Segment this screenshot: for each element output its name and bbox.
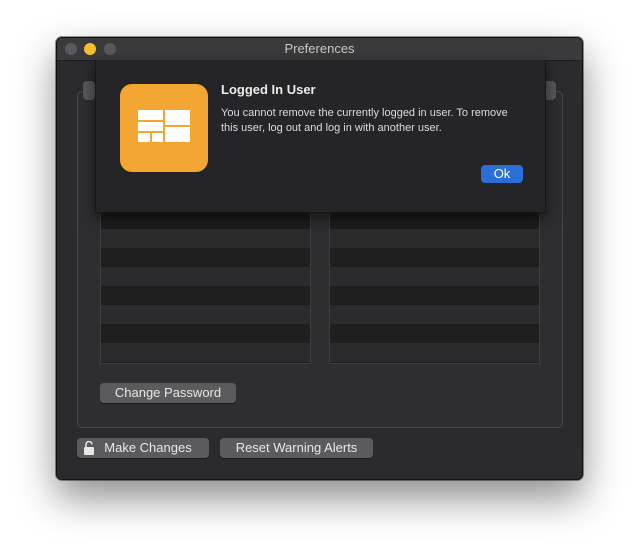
user-list-right[interactable] xyxy=(329,190,540,364)
window-title: Preferences xyxy=(284,41,355,56)
segmented-control-left[interactable] xyxy=(83,81,95,100)
list-row[interactable] xyxy=(101,305,310,324)
list-row[interactable] xyxy=(330,248,539,267)
list-row[interactable] xyxy=(101,324,310,343)
list-row[interactable] xyxy=(101,362,310,363)
list-row[interactable] xyxy=(101,343,310,362)
make-changes-button[interactable]: Make Changes xyxy=(77,438,209,458)
lock-open-icon xyxy=(84,441,94,455)
titlebar: Preferences xyxy=(57,38,582,61)
app-grid-glyph xyxy=(138,110,190,142)
list-row[interactable] xyxy=(101,248,310,267)
list-row[interactable] xyxy=(330,229,539,248)
app-grid-icon xyxy=(120,84,208,172)
alert-message: You cannot remove the currently logged i… xyxy=(221,107,508,134)
reset-warning-alerts-button[interactable]: Reset Warning Alerts xyxy=(220,438,373,458)
user-list-left[interactable] xyxy=(100,190,311,364)
change-password-button[interactable]: Change Password xyxy=(100,383,236,403)
list-row[interactable] xyxy=(101,267,310,286)
list-row[interactable] xyxy=(101,229,310,248)
ok-button[interactable]: Ok xyxy=(481,165,523,183)
list-row[interactable] xyxy=(330,324,539,343)
alert-title: Logged In User xyxy=(221,82,316,97)
list-row[interactable] xyxy=(330,267,539,286)
list-row[interactable] xyxy=(101,286,310,305)
list-row[interactable] xyxy=(330,305,539,324)
make-changes-label: Make Changes xyxy=(104,440,192,455)
preferences-window: Preferences Change Password Make Changes… xyxy=(56,37,583,480)
list-row[interactable] xyxy=(330,286,539,305)
logged-in-user-alert-sheet: Logged In User You cannot remove the cur… xyxy=(95,60,546,213)
list-row[interactable] xyxy=(330,343,539,362)
list-row[interactable] xyxy=(330,362,539,363)
